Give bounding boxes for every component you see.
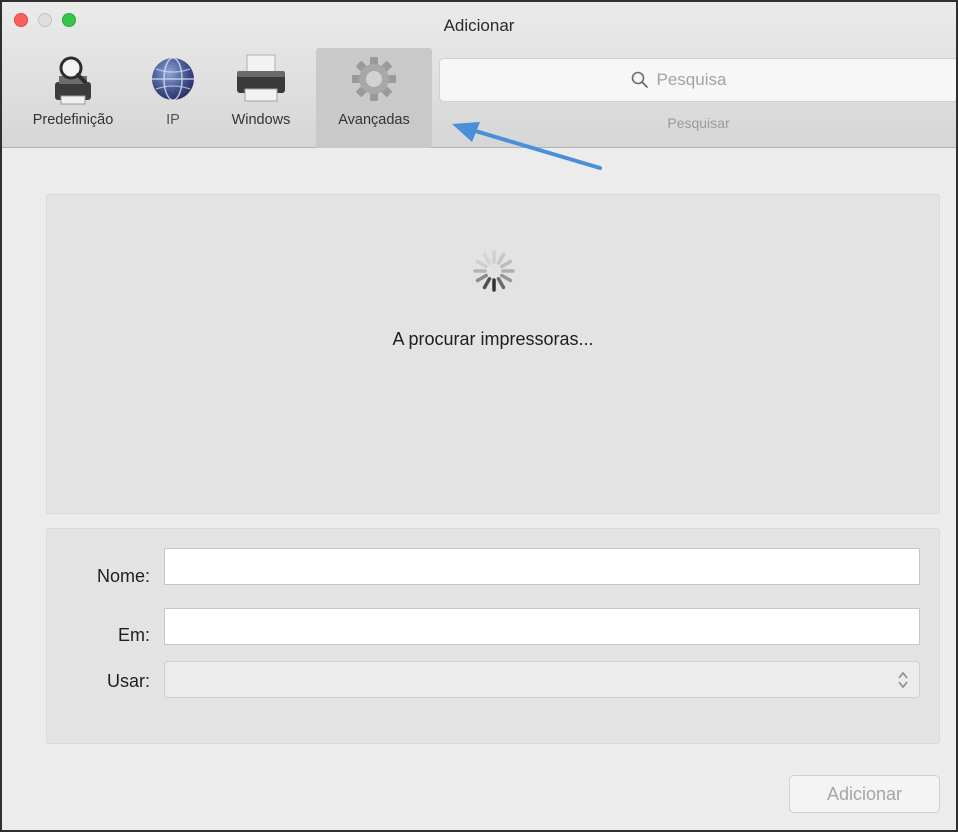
add-button[interactable]: Adicionar xyxy=(789,775,940,813)
chevron-up-down-icon xyxy=(897,671,909,689)
toolbar-default-label: Predefinição xyxy=(32,112,114,128)
gear-icon xyxy=(349,52,399,106)
toolbar-ip-label: IP xyxy=(166,112,180,128)
toolbar-windows-button[interactable]: Windows xyxy=(216,48,306,148)
globe-icon xyxy=(149,52,197,106)
name-label: Nome: xyxy=(96,566,150,586)
name-field[interactable] xyxy=(164,548,920,585)
location-label: Em: xyxy=(117,625,150,645)
search-input[interactable] xyxy=(656,70,767,90)
printer-browser-list: A procurar impressoras... xyxy=(46,194,940,514)
window-title: Adicionar xyxy=(443,16,515,35)
toolbar-advanced-label: Avançadas xyxy=(338,112,410,128)
use-label: Usar: xyxy=(106,671,150,691)
printer-icon xyxy=(233,52,289,106)
searching-status: A procurar impressoras... xyxy=(392,329,594,349)
printer-details-form: Nome: Em: Usar: xyxy=(46,528,940,744)
annotation-arrow-icon xyxy=(452,122,602,170)
toolbar-ip-button[interactable]: IP xyxy=(148,48,198,148)
add-printer-window: Adicionar Predefinição IP Windows Avança… xyxy=(0,0,958,832)
location-field[interactable] xyxy=(164,608,920,645)
toolbar-windows-label: Windows xyxy=(231,112,291,128)
search-field[interactable] xyxy=(439,58,956,102)
default-printer-icon xyxy=(47,52,99,106)
toolbar-advanced-button[interactable]: Avançadas xyxy=(316,48,432,148)
search-icon xyxy=(631,71,649,89)
toolbar-default-button[interactable]: Predefinição xyxy=(10,48,136,148)
loading-spinner-icon xyxy=(473,250,515,292)
use-driver-select[interactable] xyxy=(164,661,920,698)
